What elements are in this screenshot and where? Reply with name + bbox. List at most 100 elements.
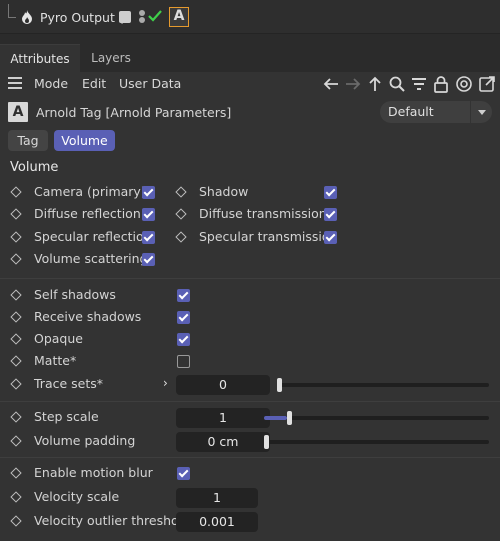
param-label: Diffuse transmission: [199, 206, 327, 221]
separator: [0, 278, 500, 279]
param-velocity-scale: Velocity scale 1: [10, 487, 272, 509]
tab-layers[interactable]: Layers: [80, 44, 142, 72]
camera-primary-checkbox[interactable]: [142, 186, 155, 199]
keyframe-diamond-icon[interactable]: [10, 378, 22, 390]
step-scale-value: 1: [219, 410, 227, 425]
step-scale-field[interactable]: 1: [176, 408, 270, 428]
object-name[interactable]: Pyro Output (: [40, 10, 124, 25]
object-bar: Pyro Output ( A: [0, 0, 500, 44]
trace-sets-value: 0: [219, 377, 227, 392]
tag-title-row: A Arnold Tag [Arnold Parameters] Default: [0, 99, 500, 127]
specular-reflection-checkbox[interactable]: [142, 231, 155, 244]
keyframe-diamond-icon[interactable]: [10, 231, 22, 243]
keyframe-diamond-icon[interactable]: [10, 467, 22, 479]
shadow-checkbox[interactable]: [324, 186, 337, 199]
filter-icon[interactable]: [410, 75, 428, 93]
target-icon[interactable]: [455, 75, 473, 93]
volume-padding-slider[interactable]: [264, 435, 489, 449]
slider-handle[interactable]: [277, 378, 282, 392]
tab-attributes[interactable]: Attributes: [0, 44, 80, 72]
slider-fill: [264, 416, 287, 420]
keyframe-diamond-icon[interactable]: [10, 515, 22, 527]
param-label: Trace sets*: [34, 376, 104, 391]
self-shadows-checkbox[interactable]: [177, 289, 190, 302]
keyframe-diamond-icon[interactable]: [10, 435, 22, 447]
forward-arrow-icon[interactable]: [344, 75, 362, 93]
separator: [0, 457, 500, 458]
menu-bar: Mode Edit User Data: [0, 72, 500, 96]
enabled-check-icon[interactable]: [148, 9, 162, 23]
chevron-right-icon[interactable]: ›: [163, 376, 168, 390]
param-volume-scattering: Volume scattering: [10, 249, 172, 271]
param-trace-sets: Trace sets* › 0: [10, 374, 492, 396]
menu-edit[interactable]: Edit: [82, 76, 106, 91]
diffuse-reflection-checkbox[interactable]: [142, 208, 155, 221]
keyframe-diamond-icon[interactable]: [10, 253, 22, 265]
menu-user-data[interactable]: User Data: [119, 76, 181, 91]
volume-scattering-checkbox[interactable]: [142, 253, 155, 266]
keyframe-diamond-icon[interactable]: [10, 289, 22, 301]
volume-padding-field[interactable]: 0 cm: [176, 432, 270, 452]
trace-sets-slider[interactable]: [277, 378, 489, 392]
preset-dropdown[interactable]: Default: [380, 101, 492, 123]
diffuse-transmission-checkbox[interactable]: [324, 208, 337, 221]
step-scale-slider[interactable]: [264, 411, 489, 425]
keyframe-diamond-icon[interactable]: [10, 208, 22, 220]
keyframe-diamond-icon[interactable]: [10, 491, 22, 503]
param-matte: Matte*: [10, 351, 192, 373]
volume-padding-value: 0 cm: [207, 434, 239, 449]
up-arrow-icon[interactable]: [366, 75, 384, 93]
keyframe-diamond-icon[interactable]: [175, 186, 187, 198]
velocity-scale-value: 1: [213, 490, 221, 505]
panel-tabs: Attributes Layers: [0, 44, 500, 72]
new-window-icon[interactable]: [478, 75, 496, 93]
keyframe-diamond-icon[interactable]: [175, 231, 187, 243]
arnold-tag-icon[interactable]: A: [169, 7, 189, 27]
param-label: Receive shadows: [34, 309, 142, 324]
param-label: Shadow: [199, 184, 249, 199]
param-label: Volume padding: [34, 433, 136, 448]
param-opaque: Opaque: [10, 329, 192, 351]
param-step-scale: Step scale 1: [10, 407, 492, 429]
keyframe-diamond-icon[interactable]: [10, 355, 22, 367]
tree-connector: [8, 4, 16, 18]
keyframe-diamond-icon[interactable]: [10, 311, 22, 323]
subtab-tag[interactable]: Tag: [8, 130, 48, 151]
enable-motion-blur-checkbox[interactable]: [177, 467, 190, 480]
param-diffuse-reflection: Diffuse reflection: [10, 204, 172, 226]
slider-handle[interactable]: [286, 411, 292, 425]
subtab-volume[interactable]: Volume: [54, 130, 115, 151]
display-tag-icon[interactable]: [119, 11, 131, 23]
arnold-logo-icon: A: [8, 102, 28, 122]
receive-shadows-checkbox[interactable]: [177, 311, 190, 324]
lock-icon[interactable]: [432, 75, 450, 93]
keyframe-diamond-icon[interactable]: [10, 411, 22, 423]
tag-title: Arnold Tag [Arnold Parameters]: [36, 105, 232, 120]
object-row[interactable]: Pyro Output ( A: [0, 0, 500, 34]
velocity-scale-field[interactable]: 1: [176, 488, 258, 508]
chevron-down-icon[interactable]: [470, 101, 492, 123]
matte-checkbox[interactable]: [177, 355, 190, 368]
param-label: Volume scattering: [34, 251, 148, 266]
phong-dots-icon[interactable]: [138, 9, 146, 25]
opaque-checkbox[interactable]: [177, 333, 190, 346]
hamburger-icon[interactable]: [8, 77, 22, 89]
keyframe-diamond-icon[interactable]: [10, 333, 22, 345]
param-enable-motion-blur: Enable motion blur: [10, 463, 192, 485]
param-label: Specular reflection: [34, 229, 152, 244]
param-label: Specular transmission: [199, 229, 338, 244]
search-icon[interactable]: [388, 75, 406, 93]
slider-handle[interactable]: [264, 435, 269, 449]
keyframe-diamond-icon[interactable]: [10, 186, 22, 198]
param-label: Step scale: [34, 409, 99, 424]
keyframe-diamond-icon[interactable]: [175, 208, 187, 220]
specular-transmission-checkbox[interactable]: [324, 231, 337, 244]
menu-mode[interactable]: Mode: [34, 76, 68, 91]
param-receive-shadows: Receive shadows: [10, 307, 192, 329]
param-label: Velocity outlier threshold: [34, 513, 191, 528]
param-camera-primary: Camera (primary): [10, 182, 172, 204]
back-arrow-icon[interactable]: [322, 75, 340, 93]
trace-sets-field[interactable]: 0: [176, 375, 270, 395]
param-label: Matte*: [34, 353, 77, 368]
velocity-outlier-field[interactable]: 0.001: [176, 512, 258, 532]
